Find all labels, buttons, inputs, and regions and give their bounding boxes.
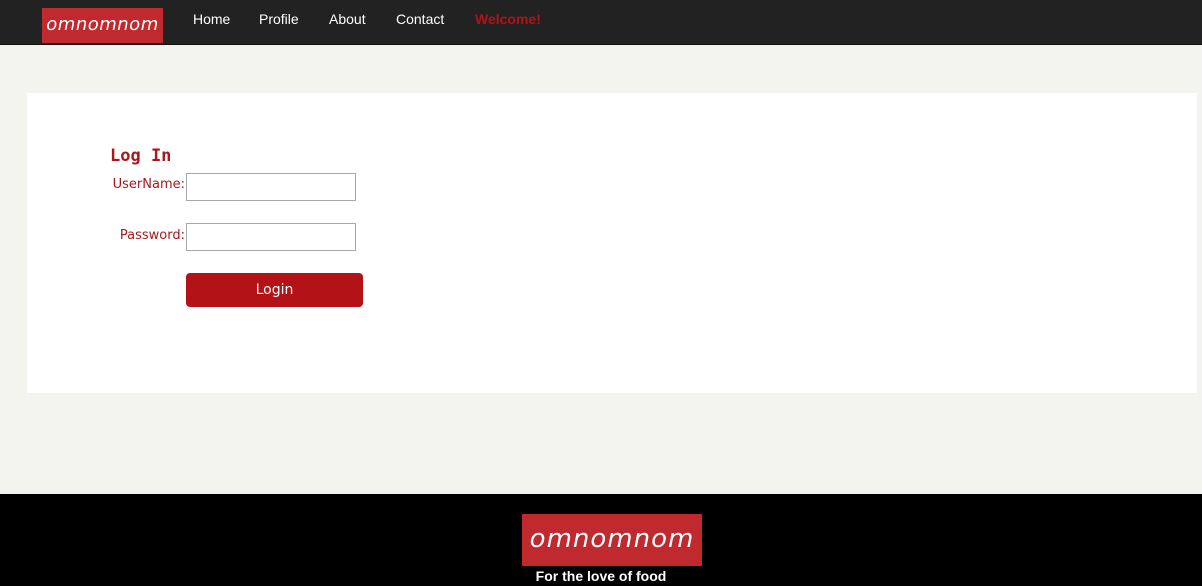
brand-logo[interactable]: omnomnom	[42, 8, 163, 43]
footer-tagline: For the love of food	[535, 568, 667, 584]
username-input[interactable]	[186, 173, 356, 201]
nav-welcome-link[interactable]: Welcome!	[475, 11, 541, 27]
password-input[interactable]	[186, 223, 356, 251]
footer-brand-logo: omnomnom	[522, 514, 702, 566]
nav-link-home[interactable]: Home	[193, 11, 230, 27]
password-label: Password:	[119, 228, 185, 243]
nav-link-contact[interactable]: Contact	[396, 11, 444, 27]
nav-link-about[interactable]: About	[329, 11, 366, 27]
nav-link-profile[interactable]: Profile	[259, 11, 299, 27]
top-navbar: omnomnom Home Profile About Contact Welc…	[0, 0, 1202, 45]
login-title: Log In	[110, 146, 172, 166]
login-button[interactable]: Login	[186, 273, 363, 307]
username-label: UserName:	[112, 177, 185, 192]
footer: omnomnom For the love of food	[0, 494, 1202, 586]
